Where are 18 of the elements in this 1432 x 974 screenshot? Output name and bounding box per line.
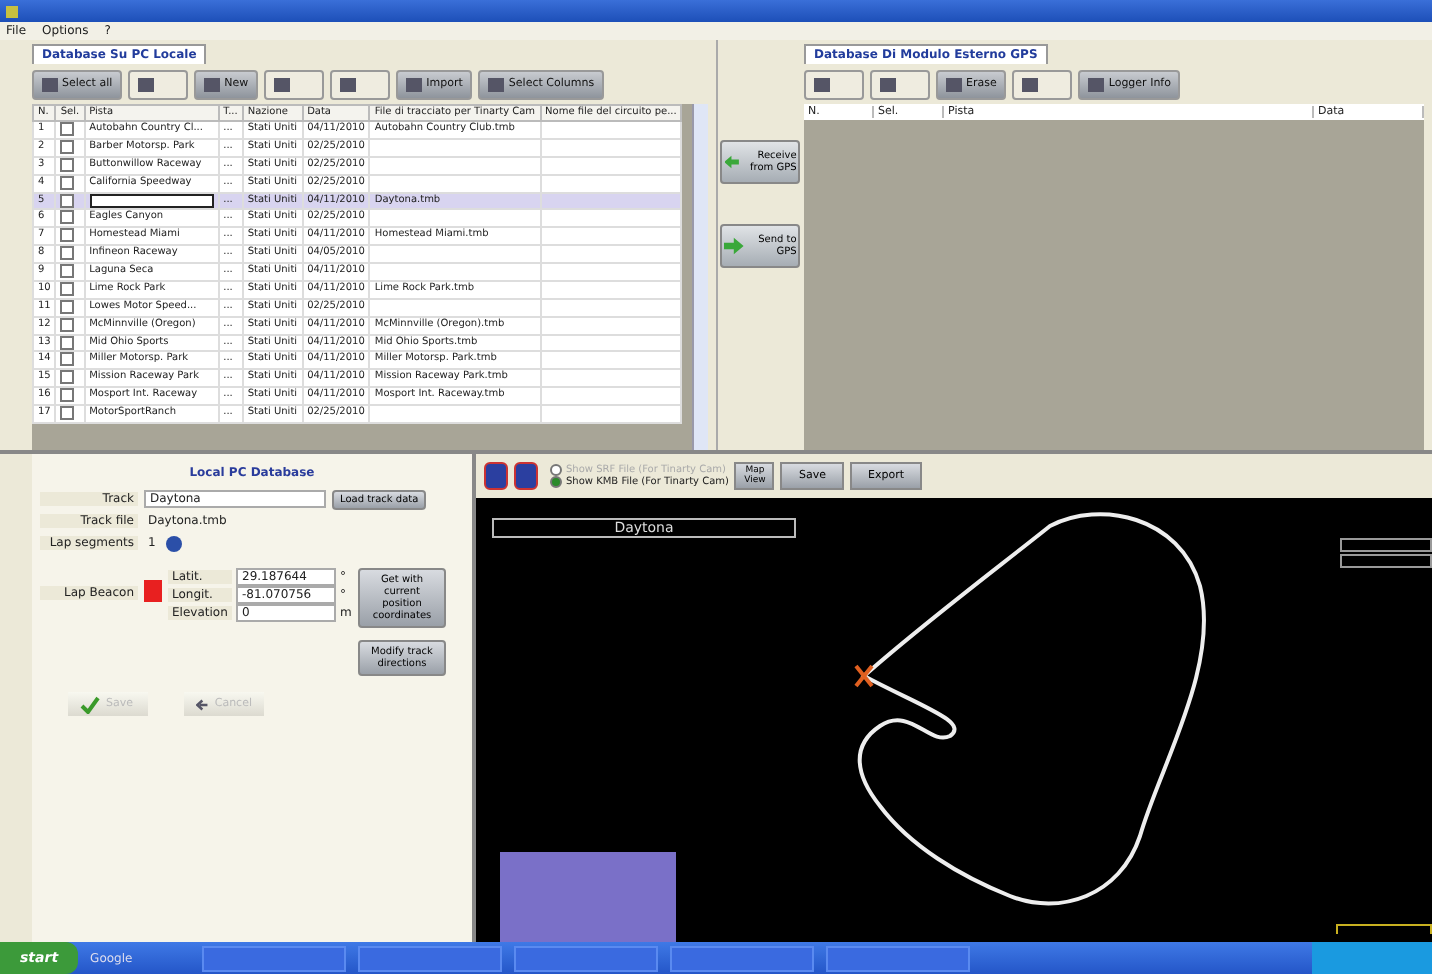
check-icon [80,695,100,713]
beacon-swatch [144,580,162,602]
checkbox[interactable] [60,228,75,243]
checkbox[interactable] [60,122,75,136]
scrollbar[interactable] [691,104,708,450]
app-icon [6,5,18,17]
checkbox[interactable] [60,406,75,420]
checkbox[interactable] [60,246,75,261]
arrow-icon [724,236,745,256]
checkbox[interactable] [60,264,75,278]
checkbox[interactable] [60,370,75,385]
checkbox[interactable] [60,352,75,367]
arrow-icon [724,152,740,172]
system-tray [1312,942,1432,974]
checkbox[interactable] [60,210,75,225]
checkbox[interactable] [60,388,75,403]
back-arrow-icon [196,695,209,713]
scale-ruler [1336,924,1432,934]
